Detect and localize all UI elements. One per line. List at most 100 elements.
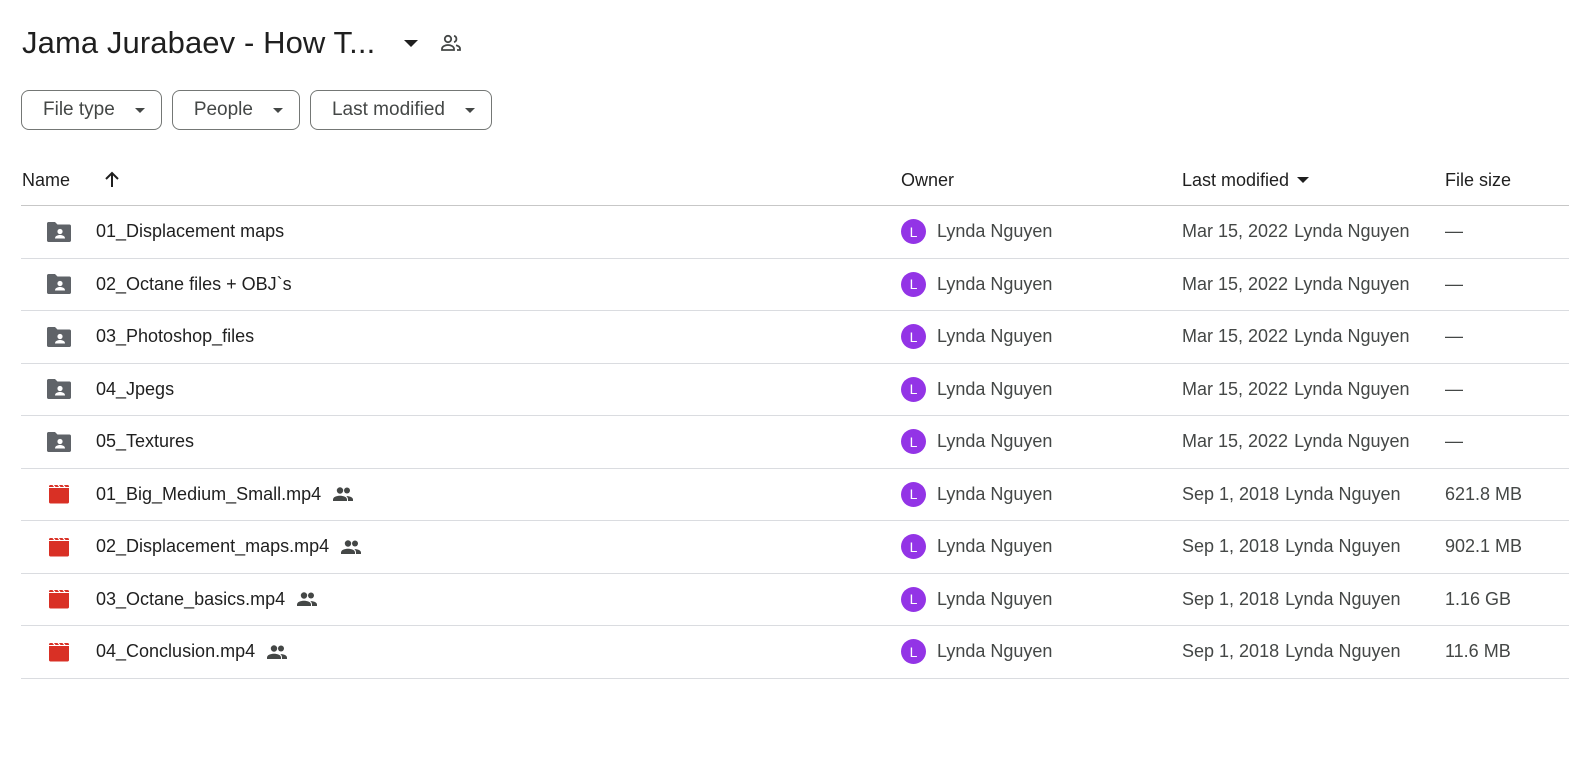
table-row[interactable]: 03_Octane_basics.mp4 L Lynda Nguyen Sep …	[21, 574, 1569, 626]
modified-by: Lynda Nguyen	[1285, 536, 1401, 557]
table-row[interactable]: 03_Photoshop_files L Lynda Nguyen Mar 15…	[21, 311, 1569, 364]
row-modified-cell: Sep 1, 2018 Lynda Nguyen	[1182, 626, 1401, 678]
owner-name: Lynda Nguyen	[937, 221, 1053, 242]
file-name[interactable]: 01_Big_Medium_Small.mp4	[96, 484, 321, 505]
row-name-cell: 03_Photoshop_files	[96, 311, 254, 363]
avatar[interactable]: L	[901, 534, 926, 560]
row-icon-cell	[45, 311, 73, 363]
folder-title[interactable]: Jama Jurabaev - How T...	[22, 25, 375, 61]
shared-people-button[interactable]	[437, 29, 465, 57]
table-row[interactable]: 01_Displacement maps L Lynda Nguyen Mar …	[21, 206, 1569, 259]
modified-by: Lynda Nguyen	[1285, 588, 1401, 609]
row-size-cell: —	[1445, 311, 1463, 363]
video-file-icon	[49, 484, 69, 504]
people-outline-icon	[441, 34, 462, 51]
row-icon-cell	[45, 626, 73, 678]
table-row[interactable]: 01_Big_Medium_Small.mp4 L Lynda Nguyen S…	[21, 469, 1569, 521]
table-row[interactable]: 04_Conclusion.mp4 L Lynda Nguyen Sep 1, …	[21, 626, 1569, 679]
file-size: —	[1445, 221, 1463, 242]
owner-name: Lynda Nguyen	[937, 431, 1053, 452]
row-icon-cell	[45, 521, 73, 573]
row-name-cell: 02_Displacement_maps.mp4	[96, 521, 362, 573]
shared-people-icon	[297, 592, 318, 607]
row-name-cell: 01_Displacement maps	[96, 206, 284, 258]
arrow-drop-down-icon	[404, 39, 419, 47]
shared-indicator	[340, 539, 362, 555]
table-row[interactable]: 05_Textures L Lynda Nguyen Mar 15, 2022 …	[21, 416, 1569, 469]
file-name[interactable]: 01_Displacement maps	[96, 221, 284, 242]
modified-date: Sep 1, 2018	[1182, 536, 1280, 557]
avatar[interactable]: L	[901, 376, 926, 402]
file-name[interactable]: 03_Photoshop_files	[96, 326, 254, 347]
table-row[interactable]: 02_Displacement_maps.mp4 L Lynda Nguyen …	[21, 521, 1569, 574]
last-modified-filter[interactable]: Last modified	[309, 90, 492, 130]
file-list: 01_Displacement maps L Lynda Nguyen Mar …	[21, 206, 1569, 679]
file-size: —	[1445, 326, 1463, 347]
row-size-cell: —	[1445, 364, 1463, 416]
avatar[interactable]: L	[901, 219, 926, 245]
folder-shared-icon	[47, 431, 71, 452]
arrow-drop-down-icon	[465, 107, 475, 113]
column-file-size[interactable]: File size	[1445, 155, 1511, 205]
row-owner-cell: L Lynda Nguyen	[901, 469, 1052, 521]
owner-name: Lynda Nguyen	[937, 641, 1053, 662]
row-size-cell: 1.16 GB	[1445, 574, 1511, 626]
filter-chips: File type People Last modified	[21, 90, 492, 130]
row-owner-cell: L Lynda Nguyen	[901, 574, 1052, 626]
video-file-icon	[49, 642, 69, 662]
modified-date: Mar 15, 2022	[1182, 326, 1289, 347]
folder-shared-icon	[47, 221, 71, 242]
column-owner[interactable]: Owner	[901, 155, 954, 205]
avatar[interactable]: L	[901, 481, 926, 507]
avatar[interactable]: L	[901, 639, 926, 665]
file-size: —	[1445, 431, 1463, 452]
row-modified-cell: Sep 1, 2018 Lynda Nguyen	[1182, 469, 1401, 521]
modified-by: Lynda Nguyen	[1294, 431, 1410, 452]
modified-by: Lynda Nguyen	[1285, 483, 1401, 504]
file-name[interactable]: 02_Displacement_maps.mp4	[96, 536, 329, 557]
file-name[interactable]: 03_Octane_basics.mp4	[96, 589, 285, 610]
sort-direction-button[interactable]	[101, 155, 123, 205]
folder-shared-icon	[47, 379, 71, 400]
row-modified-cell: Mar 15, 2022 Lynda Nguyen	[1182, 259, 1410, 311]
row-size-cell: —	[1445, 416, 1463, 468]
row-owner-cell: L Lynda Nguyen	[901, 416, 1052, 468]
table-row[interactable]: 04_Jpegs L Lynda Nguyen Mar 15, 2022 Lyn…	[21, 364, 1569, 416]
modified-date: Mar 15, 2022	[1182, 431, 1289, 452]
row-icon-cell	[45, 416, 73, 468]
row-modified-cell: Mar 15, 2022 Lynda Nguyen	[1182, 416, 1410, 468]
row-owner-cell: L Lynda Nguyen	[901, 364, 1052, 416]
people-filter[interactable]: People	[171, 90, 300, 130]
row-icon-cell	[45, 469, 73, 521]
avatar[interactable]: L	[901, 324, 926, 350]
file-name[interactable]: 05_Textures	[96, 431, 194, 452]
row-modified-cell: Mar 15, 2022 Lynda Nguyen	[1182, 311, 1410, 363]
file-size: —	[1445, 273, 1463, 294]
column-last-modified[interactable]: Last modified	[1182, 155, 1310, 205]
table-row[interactable]: 02_Octane files + OBJ`s L Lynda Nguyen M…	[21, 259, 1569, 311]
drive-folder-view: Jama Jurabaev - How T... File type Peopl…	[0, 0, 1569, 773]
file-size: 1.16 GB	[1445, 588, 1512, 609]
owner-name: Lynda Nguyen	[937, 326, 1053, 347]
row-modified-cell: Sep 1, 2018 Lynda Nguyen	[1182, 574, 1401, 626]
avatar[interactable]: L	[901, 271, 926, 297]
folder-shared-icon	[47, 274, 71, 295]
arrow-drop-down-icon	[134, 107, 145, 113]
owner-name: Lynda Nguyen	[937, 536, 1053, 557]
modified-date: Sep 1, 2018	[1182, 483, 1280, 504]
row-owner-cell: L Lynda Nguyen	[901, 206, 1052, 258]
file-name[interactable]: 02_Octane files + OBJ`s	[96, 274, 292, 295]
file-type-filter[interactable]: File type	[21, 90, 162, 130]
column-name[interactable]: Name	[22, 155, 70, 205]
avatar[interactable]: L	[901, 429, 926, 455]
row-name-cell: 02_Octane files + OBJ`s	[96, 259, 292, 311]
shared-indicator	[266, 644, 288, 660]
file-name[interactable]: 04_Conclusion.mp4	[96, 641, 255, 662]
file-size: 11.6 MB	[1445, 641, 1511, 662]
modified-date: Sep 1, 2018	[1182, 588, 1280, 609]
row-icon-cell	[45, 364, 73, 416]
folder-actions-dropdown[interactable]	[397, 29, 425, 57]
avatar[interactable]: L	[901, 586, 926, 612]
file-name[interactable]: 04_Jpegs	[96, 379, 174, 400]
row-size-cell: —	[1445, 206, 1463, 258]
